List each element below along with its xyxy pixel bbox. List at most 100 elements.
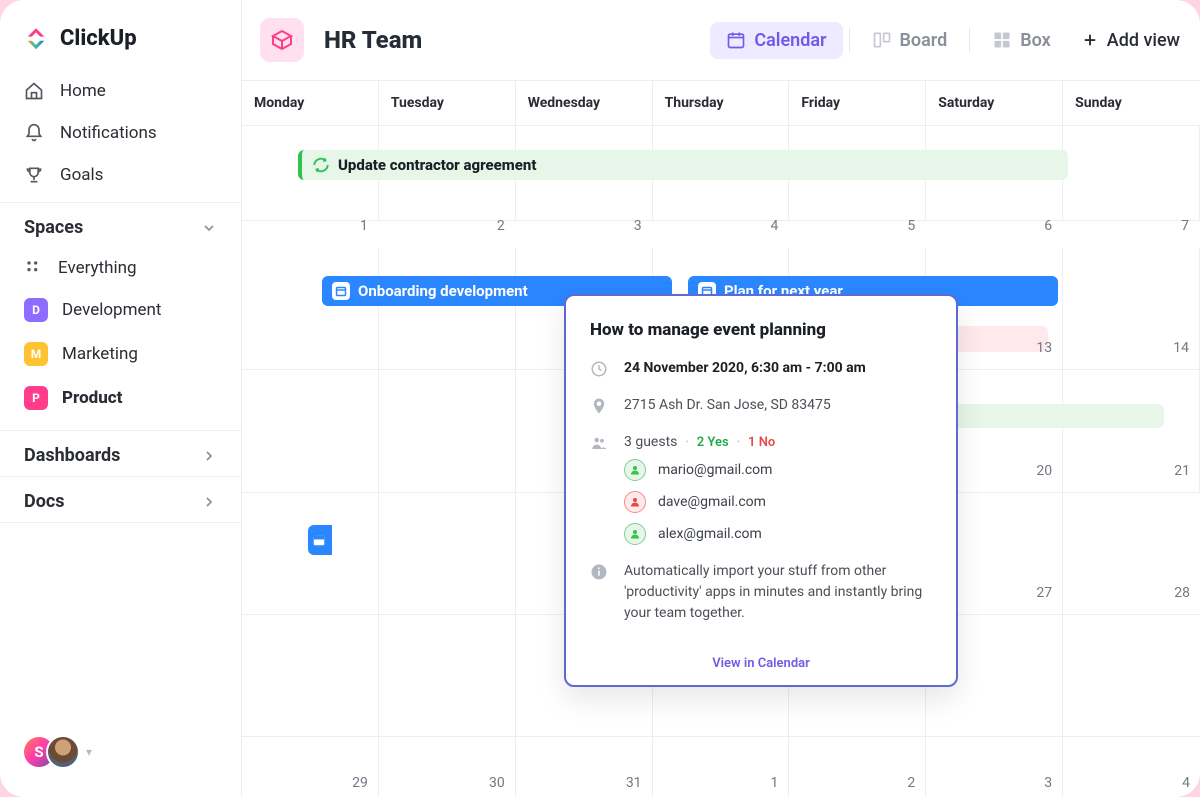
guest-row[interactable]: mario@gmail.com — [624, 459, 932, 481]
location-icon — [590, 397, 608, 415]
space-marketing[interactable]: M Marketing — [0, 332, 241, 376]
chevron-right-icon — [201, 494, 217, 510]
date-number: 4 — [771, 218, 779, 234]
space-badge: M — [24, 342, 48, 366]
nav-notifications[interactable]: Notifications — [0, 112, 241, 154]
date-number: 31 — [626, 775, 642, 791]
date-number: 14 — [1173, 340, 1189, 356]
calendar-cell[interactable] — [379, 493, 516, 614]
bell-icon — [24, 123, 44, 143]
trophy-icon — [24, 165, 44, 185]
nav-home[interactable]: Home — [0, 70, 241, 112]
event-partial[interactable] — [308, 525, 332, 555]
spaces-header[interactable]: Spaces — [0, 202, 241, 248]
event-label: Onboarding development — [358, 282, 528, 300]
calendar-cell[interactable] — [1063, 126, 1200, 220]
guest-email: dave@gmail.com — [658, 492, 766, 513]
calendar-cell[interactable]: 28 — [1063, 615, 1200, 736]
guests-yes: 2 Yes — [697, 433, 729, 453]
guest-row[interactable]: alex@gmail.com — [624, 523, 932, 545]
view-board[interactable]: Board — [856, 22, 964, 59]
date-number: 2 — [497, 218, 505, 234]
popup-guests-row: 3 guests • 2 Yes • 1 No mario@gmail.com — [590, 432, 932, 545]
view-label: Calendar — [754, 30, 826, 51]
popup-datetime-row: 24 November 2020, 6:30 am - 7:00 am — [590, 358, 932, 379]
view-label: Box — [1020, 30, 1051, 51]
popup-info-text: Automatically import your stuff from oth… — [624, 561, 932, 624]
calendar-icon — [726, 30, 746, 50]
date-number: 3 — [1044, 775, 1052, 791]
docs-section[interactable]: Docs — [0, 476, 241, 523]
date-number: 2 — [907, 775, 915, 791]
clock-icon — [590, 360, 608, 378]
grid-dots-icon — [24, 258, 44, 278]
date-number: 1 — [771, 775, 779, 791]
nav-label: Home — [60, 81, 106, 101]
plus-icon — [1081, 31, 1099, 49]
add-view-label: Add view — [1107, 30, 1180, 51]
add-view-button[interactable]: Add view — [1067, 30, 1180, 51]
event-detail-popup: How to manage event planning 24 November… — [564, 294, 958, 687]
date-number: 3 — [634, 218, 642, 234]
brand-logo[interactable]: ClickUp — [0, 0, 241, 70]
view-in-calendar-link[interactable]: View in Calendar — [712, 656, 810, 671]
calendar-cell[interactable]: 2 — [789, 737, 926, 797]
popup-datetime: 24 November 2020, 6:30 am - 7:00 am — [624, 360, 866, 376]
popup-title: How to manage event planning — [590, 320, 932, 340]
event-update-contractor[interactable]: Update contractor agreement — [298, 150, 1068, 180]
board-icon — [872, 30, 892, 50]
view-switcher: Calendar Board Box Add view — [710, 22, 1180, 59]
calendar-cell[interactable]: 29 — [242, 737, 379, 797]
home-icon — [24, 81, 44, 101]
guests-count: 3 guests — [624, 432, 677, 453]
calendar-row: Update contractor agreement — [242, 126, 1200, 221]
calendar-cell[interactable]: 1 — [653, 737, 790, 797]
popup-location-row: 2715 Ash Dr. San Jose, SD 83475 — [590, 395, 932, 416]
calendar-cell[interactable]: 30 — [379, 737, 516, 797]
date-number: 20 — [1036, 463, 1052, 479]
calendar-cell[interactable] — [242, 370, 379, 491]
guest-status-yes-icon — [624, 523, 646, 545]
guest-status-yes-icon — [624, 459, 646, 481]
popup-footer: View in Calendar — [590, 640, 932, 671]
day-label: Tuesday — [379, 81, 516, 125]
calendar-row: 29 30 31 1 2 3 4 — [242, 737, 1200, 797]
date-number: 13 — [1036, 340, 1052, 356]
clickup-logo-icon — [22, 24, 50, 52]
view-calendar[interactable]: Calendar — [710, 22, 842, 59]
grid-icon — [992, 30, 1012, 50]
day-label: Sunday — [1063, 81, 1200, 125]
day-label: Saturday — [926, 81, 1063, 125]
nav-goals[interactable]: Goals — [0, 154, 241, 196]
guest-email: mario@gmail.com — [658, 460, 772, 481]
space-development[interactable]: D Development — [0, 288, 241, 332]
calendar-cell[interactable]: 3 — [926, 737, 1063, 797]
calendar-cell[interactable]: 2 — [379, 248, 516, 369]
dashboards-section[interactable]: Dashboards — [0, 430, 241, 476]
calendar-cell[interactable] — [379, 615, 516, 736]
calendar-day-header: Monday Tuesday Wednesday Thursday Friday… — [242, 81, 1200, 126]
date-number: 21 — [1174, 463, 1190, 479]
space-everything[interactable]: Everything — [0, 248, 241, 288]
space-product[interactable]: P Product — [0, 376, 241, 420]
day-label: Thursday — [653, 81, 790, 125]
calendar-cell[interactable] — [242, 493, 379, 614]
guest-row[interactable]: dave@gmail.com — [624, 491, 932, 513]
space-label: Product — [62, 388, 122, 408]
date-number: 4 — [1182, 775, 1190, 791]
profile-switcher[interactable]: S ▾ — [0, 717, 241, 797]
chevron-right-icon — [201, 448, 217, 464]
date-number: 30 — [489, 775, 505, 791]
caret-down-icon: ▾ — [86, 745, 92, 759]
calendar-cell[interactable] — [242, 615, 379, 736]
calendar-cell[interactable]: 31 — [516, 737, 653, 797]
view-box[interactable]: Box — [976, 22, 1067, 59]
team-icon[interactable] — [260, 18, 304, 62]
calendar-cell[interactable] — [379, 370, 516, 491]
calendar-cell[interactable]: 4 — [1063, 737, 1200, 797]
people-icon — [590, 434, 608, 452]
date-number: 29 — [352, 775, 368, 791]
date-number: 5 — [907, 218, 915, 234]
date-number: 28 — [1174, 585, 1190, 601]
calendar-cell[interactable]: 1 — [242, 248, 379, 369]
